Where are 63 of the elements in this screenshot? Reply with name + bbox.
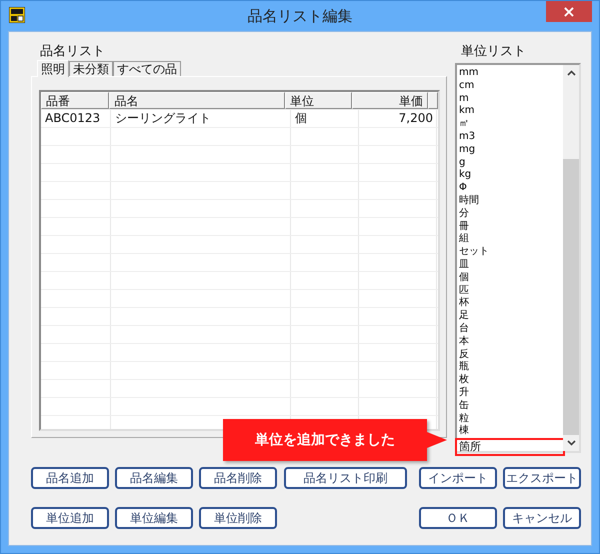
list-item[interactable]: 瓶 [457,361,563,374]
tab[interactable]: すべての品 [113,61,181,76]
list-item[interactable]: kg [457,169,563,182]
list-item[interactable]: セット [457,246,563,259]
column-header[interactable]: 品名 [109,92,286,109]
list-item[interactable]: 台 [457,322,563,336]
column-header[interactable]: 単位 [285,92,352,109]
table-cell-text: ABC0123 [44,110,102,127]
list-item[interactable]: 粒 [457,412,563,426]
list-item[interactable]: 匹 [457,284,563,298]
unit-list-label: 単位リスト [460,44,527,60]
list-item[interactable]: ㎡ [457,118,563,131]
dialog-button[interactable]: 品名編集 [115,467,193,489]
dialog-button[interactable]: 品名リスト印刷 [284,467,407,489]
scrollbar[interactable] [563,65,579,451]
list-item[interactable]: 反 [457,348,563,362]
list-item[interactable]: cm [457,80,563,93]
table-cell-text: 7,200 [398,110,434,127]
table-cell-text: 個 [294,110,308,127]
list-item[interactable]: 缶 [457,400,563,413]
dialog-button[interactable]: 品名追加 [31,467,109,489]
tab[interactable]: 未分類 [69,61,113,76]
list-item[interactable]: km [457,105,563,118]
app-icon [9,7,25,23]
arrow-icon [427,432,447,448]
item-list-label: 品名リスト [39,44,106,60]
list-item[interactable]: 棟 [457,425,563,438]
list-item[interactable]: m3 [457,130,563,144]
scroll-down-icon[interactable] [566,440,576,446]
list-item[interactable]: 時間 [457,194,563,208]
dialog-button[interactable]: 単位編集 [115,507,193,529]
callout-text: 単位を追加できました [223,419,427,461]
window-title: 品名リスト編集 [248,6,352,26]
list-item[interactable]: 分 [457,208,563,221]
column-header[interactable]: 単価 [352,92,428,109]
dialog-button[interactable]: ＯＫ [419,507,497,529]
close-button[interactable]: × [546,1,592,22]
list-item[interactable]: 足 [457,310,563,323]
list-item[interactable]: 冊 [457,220,563,234]
scroll-up-icon[interactable] [566,70,576,76]
list-item[interactable]: 升 [457,386,563,400]
dialog-button[interactable]: 品名削除 [199,467,277,489]
dialog-button[interactable]: インポート [419,467,497,489]
list-item[interactable]: 杯 [457,297,563,310]
dialog-button[interactable]: エクスポート [503,467,581,489]
table-cell-text: シーリングライト [114,110,212,127]
list-item[interactable]: 皿 [457,258,563,272]
dialog-button[interactable]: 単位追加 [31,507,109,529]
dialog-button[interactable]: 単位削除 [199,507,277,529]
list-item[interactable]: mg [457,144,563,157]
dialog-button[interactable]: キャンセル [503,507,581,529]
list-item[interactable]: g [457,156,563,170]
list-item[interactable]: 枚 [457,374,563,387]
list-item[interactable]: 個 [457,272,563,285]
column-header[interactable] [428,92,438,109]
list-item[interactable]: 箇所 [457,440,563,454]
list-item[interactable]: m [457,92,563,106]
list-item[interactable]: mm [457,67,563,80]
list-item[interactable]: Φ [457,182,563,195]
list-item[interactable]: 本 [457,336,563,349]
list-item[interactable]: 組 [457,233,563,246]
tab[interactable]: 照明 [37,60,69,77]
column-header[interactable]: 品番 [41,92,110,109]
